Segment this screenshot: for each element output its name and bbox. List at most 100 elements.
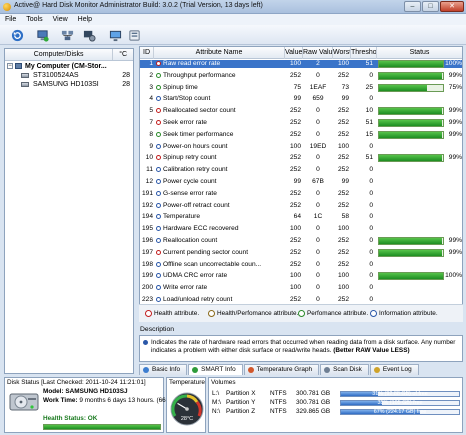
attribute-threshold: 0	[369, 225, 373, 233]
tree-root[interactable]: − My Computer (CM-Stor...	[5, 62, 133, 71]
warn-attribute-icon	[156, 108, 161, 114]
scan-icon[interactable]	[108, 28, 123, 43]
status-percent: 99%	[448, 248, 462, 256]
table-row[interactable]: 3 Spinup time 75 1EAF 73 25 75%	[140, 83, 462, 92]
table-row[interactable]: 200 Write error rate 100 0 100 0	[140, 284, 462, 292]
attribute-threshold: 0	[369, 213, 373, 221]
col-id[interactable]: ID	[140, 47, 154, 59]
status-bar-fill	[379, 131, 443, 138]
table-row[interactable]: 192 Power-off retract count 252 0 252 0	[140, 202, 462, 210]
table-row[interactable]: 4 Start/Stop count 99 659 99 0	[140, 95, 462, 103]
temperature-title: Temperature	[169, 379, 205, 386]
col-value[interactable]: Value	[285, 47, 303, 59]
menu-file[interactable]: File	[0, 14, 21, 25]
table-row[interactable]: 198 Offline scan uncorrectable coun... 252…	[140, 261, 462, 269]
tab-basic-info[interactable]: Basic Info	[139, 364, 188, 375]
table-row[interactable]: 199 UDMA CRC error rate 100 0 100 0 100%	[140, 272, 462, 281]
volume-name: Partition X	[226, 390, 256, 397]
warn-attribute-icon	[156, 249, 161, 255]
tab-temperature-graph[interactable]: Temperature Graph	[243, 364, 320, 375]
attribute-id: 195	[141, 225, 153, 233]
table-row[interactable]: 223 Load/unload retry count 252 0 252 0	[140, 296, 462, 304]
model-value: SAMSUNG HD103SJ	[65, 388, 128, 395]
table-row[interactable]: 7 Seek error rate 252 0 252 51 99%	[140, 119, 462, 127]
volumes-title: Volumes	[211, 379, 236, 386]
attribute-value: 99	[293, 178, 301, 185]
tree-header-name[interactable]: Computer/Disks	[5, 49, 114, 60]
attribute-worst: 252	[337, 154, 349, 162]
tab-label: Scan Disk	[333, 366, 362, 373]
volume-row[interactable]: N:\ Partition Z NTFS 329.865 GB 67% (224.17 …	[212, 408, 462, 416]
tab-scan-disk[interactable]: Scan Disk	[320, 364, 369, 375]
info-attribute-icon	[156, 143, 161, 149]
toolbar	[0, 25, 466, 45]
description-emphasis: (Better RAW Value LESS)	[333, 347, 410, 354]
attribute-raw-value: 0	[316, 237, 320, 244]
tree-header-temp[interactable]: °C	[113, 49, 133, 60]
volume-row[interactable]: L:\ Partition X NTFS 300.781 GB 31% (92.88 G…	[212, 390, 462, 398]
volume-drive: L:\	[212, 390, 220, 397]
attribute-id: 198	[141, 260, 153, 268]
table-row[interactable]: 1 Raw read error rate 100 2 100 51 100%	[140, 60, 462, 69]
attribute-status	[377, 178, 462, 186]
attribute-worst: 100	[337, 284, 349, 292]
menu-help[interactable]: Help	[73, 14, 97, 25]
menu-tools[interactable]: Tools	[21, 14, 47, 25]
table-row[interactable]: 8 Seek timer performance 252 0 252 15 99%	[140, 130, 462, 139]
table-row[interactable]: 194 Temperature 64 1C 58 0	[140, 213, 462, 221]
status-bar	[378, 154, 444, 163]
table-row[interactable]: 12 Power cycle count 99 67B 99 0	[140, 178, 462, 186]
info-icon[interactable]	[127, 28, 142, 43]
attribute-value: 100	[289, 272, 301, 280]
volume-free-label: 31% (92.88 GB) of free	[372, 391, 428, 397]
attribute-name: Raw read error rate	[163, 60, 221, 67]
window-controls: – □ ✕	[404, 1, 464, 12]
collapse-icon[interactable]: −	[7, 63, 13, 69]
volume-row[interactable]: M:\ Partition Y NTFS 300.781 GB 35% (105 GB)…	[212, 399, 462, 407]
model-line: Model: SAMSUNG HD103SJ	[43, 388, 128, 395]
table-row[interactable]: 196 Reallocation count 252 0 252 0 99%	[140, 237, 462, 245]
maximize-button[interactable]: □	[422, 1, 439, 12]
col-status[interactable]: Status	[377, 47, 462, 59]
table-row[interactable]: 9 Power-on hours count 100 19ED 100 0	[140, 143, 462, 151]
add-computer-icon[interactable]	[35, 28, 50, 43]
attribute-type-icon	[154, 284, 162, 292]
attribute-threshold: 0	[369, 95, 373, 103]
col-raw-value[interactable]: Raw Value	[303, 47, 333, 59]
menu-view[interactable]: View	[48, 14, 73, 25]
attribute-id: 8	[149, 130, 153, 138]
network-icon[interactable]	[60, 28, 75, 43]
minimize-button[interactable]: –	[404, 1, 421, 12]
info-attribute-icon	[156, 202, 161, 208]
tab-smart-info[interactable]: SMART Info	[188, 364, 243, 375]
attribute-worst: 99	[341, 178, 349, 185]
col-threshold[interactable]: Threshold	[351, 47, 377, 59]
table-row[interactable]: 195 Hardware ECC recovered 100 0 100 0	[140, 225, 462, 233]
attribute-worst: 73	[341, 83, 349, 91]
volume-size: 300.781 GB	[296, 390, 331, 397]
info-attribute-icon	[156, 261, 161, 267]
col-attribute-name[interactable]: Attribute Name	[154, 47, 285, 59]
volumes-panel: Volumes L:\ Partition X NTFS 300.781 GB 31% …	[208, 377, 463, 433]
tree-disk-1[interactable]: ST3100524AS 28	[5, 71, 133, 80]
attribute-worst: 252	[337, 71, 349, 79]
close-button[interactable]: ✕	[440, 1, 464, 12]
settings-icon[interactable]	[82, 28, 97, 43]
table-row[interactable]: 5 Reallocated sector count 252 0 252 10 99%	[140, 107, 462, 116]
tab-event-log[interactable]: Event Log	[369, 364, 419, 375]
table-row[interactable]: 2 Throughput performance 252 0 252 0 99%	[140, 71, 462, 80]
table-row[interactable]: 197 Current pending sector count 252 0 252 0 9…	[140, 248, 462, 257]
tree-disk-2[interactable]: SAMSUNG HD103SI 28	[5, 80, 133, 89]
volume-filesystem: NTFS	[270, 399, 287, 406]
table-row[interactable]: 10 Spinup retry count 252 0 252 51 99%	[140, 154, 462, 163]
refresh-icon[interactable]	[10, 28, 25, 43]
table-row[interactable]: 11 Calibration retry count 252 0 252 0	[140, 166, 462, 174]
attribute-id: 200	[141, 284, 153, 292]
table-row[interactable]: 191 G-sense error rate 252 0 252 0	[140, 190, 462, 198]
attribute-status	[377, 190, 462, 198]
attribute-id: 4	[149, 95, 153, 103]
attribute-value: 252	[289, 201, 301, 209]
attribute-threshold: 0	[369, 201, 373, 209]
attribute-status	[377, 143, 462, 151]
col-worst[interactable]: Worst	[333, 47, 351, 59]
